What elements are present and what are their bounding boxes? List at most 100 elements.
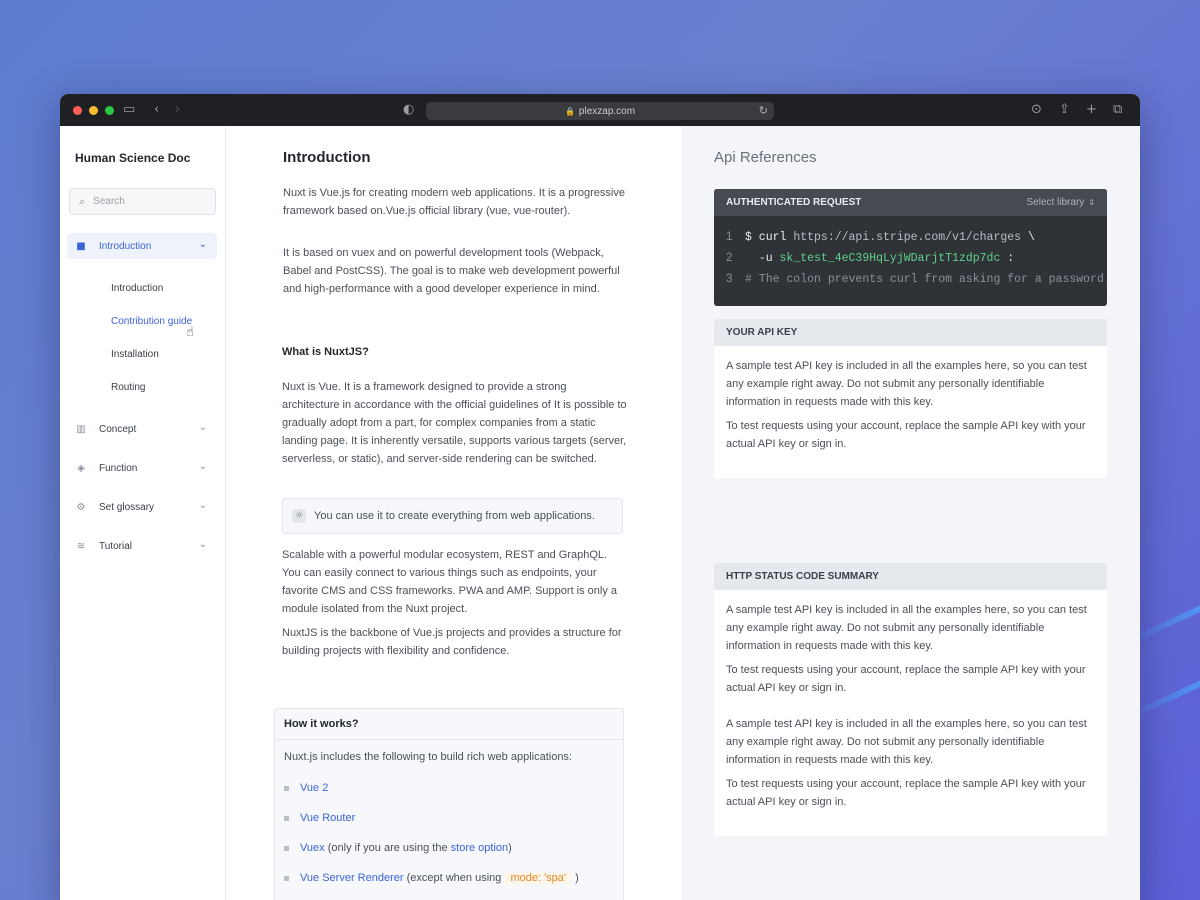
search-box[interactable]: ⌕ bbox=[69, 188, 216, 215]
reload-icon[interactable]: ↻ bbox=[759, 104, 768, 117]
code-text: : bbox=[1000, 252, 1015, 265]
code-line: 1 $ curl https://api.stripe.com/v1/charge… bbox=[726, 231, 1035, 244]
download-icon[interactable]: ⊙ bbox=[1031, 102, 1042, 118]
doc-main: Introduction Nuxt is Vue.js for creating… bbox=[226, 126, 683, 900]
card-paragraph: To test requests using your account, rep… bbox=[726, 664, 1086, 694]
select-library-label: Select library bbox=[1026, 197, 1085, 208]
code-text: $ curl bbox=[745, 231, 794, 244]
list-item: Vue Router bbox=[284, 809, 579, 839]
tabs-overview-icon[interactable]: ⧉ bbox=[1113, 102, 1122, 118]
layers-icon: ◈ bbox=[77, 462, 85, 474]
list-item: Vue 2 bbox=[284, 779, 579, 809]
card-paragraph: A sample test API key is included in all… bbox=[726, 604, 1087, 652]
browser-titlebar: ▭ ‹ › ◐ 🔒 plexzap.com ↻ ⊙ ⇪ + ⧉ bbox=[60, 94, 1140, 126]
tip-callout: ☼ You can use it to create everything fr… bbox=[282, 498, 623, 534]
code-card-header: AUTHENTICATED REQUEST Select library ⇕ bbox=[714, 189, 1107, 216]
back-icon[interactable]: ‹ bbox=[154, 102, 159, 118]
hand-cursor-icon: ☝ bbox=[186, 325, 194, 340]
sidebar-item-concept[interactable]: ▥ Concept ⌄ bbox=[67, 416, 217, 442]
search-input[interactable] bbox=[93, 196, 194, 207]
sidebar-subitem-installation[interactable]: Installation bbox=[111, 349, 159, 360]
line-number: 3 bbox=[726, 273, 733, 285]
shield-icon[interactable]: ◐ bbox=[403, 102, 414, 118]
list-item-text: ) bbox=[508, 842, 512, 854]
sidebar-item-label: Tutorial bbox=[99, 540, 132, 552]
chevron-down-icon: ⌄ bbox=[198, 500, 207, 511]
sidebar-item-tutorial[interactable]: ≋ Tutorial ⌄ bbox=[67, 533, 217, 559]
url-text: plexzap.com bbox=[578, 105, 636, 117]
authenticated-request-card: AUTHENTICATED REQUEST Select library ⇕ 1 $… bbox=[714, 189, 1107, 306]
intro-paragraph: Nuxt is Vue.js for creating modern web a… bbox=[283, 187, 625, 217]
doc-sidebar: Human Science Doc ⌕ ■ Introduction ⌄ Int… bbox=[60, 126, 226, 900]
how-it-works-title: How it works? bbox=[284, 718, 359, 730]
sidebar-item-set-glossary[interactable]: ⚙ Set glossary ⌄ bbox=[67, 494, 217, 520]
card-paragraph: A sample test API key is included in all… bbox=[726, 718, 1087, 766]
close-window-button[interactable] bbox=[73, 105, 82, 115]
inline-code: mode: 'spa' bbox=[504, 871, 573, 885]
what-paragraph: Nuxt is Vue. It is a framework designed … bbox=[282, 381, 627, 465]
card-paragraph: To test requests using your account, rep… bbox=[726, 420, 1086, 450]
code-text: \ bbox=[1021, 231, 1035, 244]
list-item-text: (only if you are using the bbox=[324, 842, 451, 854]
card-header: HTTP STATUS CODE SUMMARY bbox=[714, 563, 1107, 590]
vue2-link[interactable]: Vue 2 bbox=[300, 782, 328, 794]
address-bar[interactable]: 🔒 plexzap.com ↻ bbox=[426, 102, 774, 120]
section-heading-what-is-nuxtjs: What is NuxtJS? bbox=[282, 346, 369, 358]
code-url: https://api.stripe.com/v1/charges bbox=[793, 231, 1022, 244]
sidebar-subitem-contribution-guide[interactable]: Contribution guide bbox=[111, 316, 192, 327]
new-tab-icon[interactable]: + bbox=[1086, 102, 1097, 118]
vue-router-link[interactable]: Vue Router bbox=[300, 812, 355, 824]
minimize-window-button[interactable] bbox=[89, 105, 98, 115]
page-title: Introduction bbox=[283, 149, 371, 166]
card-paragraph: A sample test API key is included in all… bbox=[726, 360, 1087, 408]
window-controls bbox=[73, 105, 114, 115]
share-icon[interactable]: ⇪ bbox=[1059, 102, 1070, 118]
sidebar-item-label: Function bbox=[99, 462, 138, 474]
api-references-title: Api References bbox=[714, 149, 817, 166]
list-item: Vuex (only if you are using the store op… bbox=[284, 839, 579, 869]
card-paragraph: To test requests using your account, rep… bbox=[726, 778, 1086, 808]
list-item: Vue Server Renderer (except when using m… bbox=[284, 869, 579, 899]
api-reference-panel: Api References AUTHENTICATED REQUEST Sel… bbox=[683, 126, 1140, 900]
code-comment: # The colon prevents curl from asking fo… bbox=[745, 273, 1107, 286]
divider bbox=[275, 739, 623, 740]
how-it-works-box: How it works? Nuxt.js includes the follo… bbox=[274, 708, 624, 900]
scalable-paragraph: Scalable with a powerful modular ecosyst… bbox=[282, 549, 618, 615]
tip-text: You can use it to create everything from… bbox=[314, 510, 595, 522]
sidebar-item-label: Concept bbox=[99, 423, 137, 435]
sidebar-item-function[interactable]: ◈ Function ⌄ bbox=[67, 455, 217, 481]
code-line: 2 -u sk_test_4eC39HqLyjWDarjtT1zdp7dc : bbox=[726, 252, 1014, 265]
bar-chart-icon: ▥ bbox=[76, 423, 86, 435]
line-number: 1 bbox=[726, 231, 733, 243]
sidebar-item-label: Introduction bbox=[99, 240, 152, 252]
page-content: Human Science Doc ⌕ ■ Introduction ⌄ Int… bbox=[60, 126, 1140, 900]
chevron-down-icon: ⌄ bbox=[198, 239, 207, 250]
lock-icon: 🔒 bbox=[564, 106, 575, 116]
code-api-key: sk_test_4eC39HqLyjWDarjtT1zdp7dc bbox=[779, 252, 1001, 265]
browser-window: ▭ ‹ › ◐ 🔒 plexzap.com ↻ ⊙ ⇪ + ⧉ Human Sc… bbox=[60, 94, 1140, 900]
search-icon: ⌕ bbox=[79, 194, 86, 208]
sidebar-subitem-routing[interactable]: Routing bbox=[111, 382, 145, 393]
vue-server-renderer-link[interactable]: Vue Server Renderer bbox=[300, 872, 404, 884]
chevron-down-icon: ⌄ bbox=[198, 422, 207, 433]
forward-icon[interactable]: › bbox=[175, 102, 180, 118]
chevron-down-icon: ⌄ bbox=[198, 461, 207, 472]
http-status-summary-card: HTTP STATUS CODE SUMMARY A sample test A… bbox=[714, 563, 1107, 836]
how-it-works-intro: Nuxt.js includes the following to build … bbox=[284, 751, 572, 763]
sidebar-toggle-icon[interactable]: ▭ bbox=[123, 102, 135, 118]
feature-list: Vue 2 Vue Router Vuex (only if you are u… bbox=[284, 779, 579, 899]
code-card-title: AUTHENTICATED REQUEST bbox=[726, 197, 862, 208]
maximize-window-button[interactable] bbox=[105, 105, 114, 115]
your-api-key-card: YOUR API KEY A sample test API key is in… bbox=[714, 319, 1107, 478]
brand-title: Human Science Doc bbox=[75, 151, 191, 165]
briefcase-icon: ■ bbox=[76, 240, 86, 252]
intro-paragraph: It is based on vuex and on powerful deve… bbox=[283, 247, 620, 295]
line-number: 2 bbox=[726, 252, 733, 264]
vuex-link[interactable]: Vuex bbox=[300, 842, 325, 854]
sidebar-item-introduction[interactable]: ■ Introduction ⌄ bbox=[67, 233, 217, 259]
sidebar-subitem-introduction[interactable]: Introduction bbox=[111, 283, 163, 294]
store-option-link[interactable]: store option bbox=[451, 842, 508, 854]
stack-icon: ≋ bbox=[76, 540, 86, 552]
select-library-dropdown[interactable]: Select library ⇕ bbox=[1026, 197, 1095, 208]
list-item-text: (except when using bbox=[403, 872, 505, 884]
